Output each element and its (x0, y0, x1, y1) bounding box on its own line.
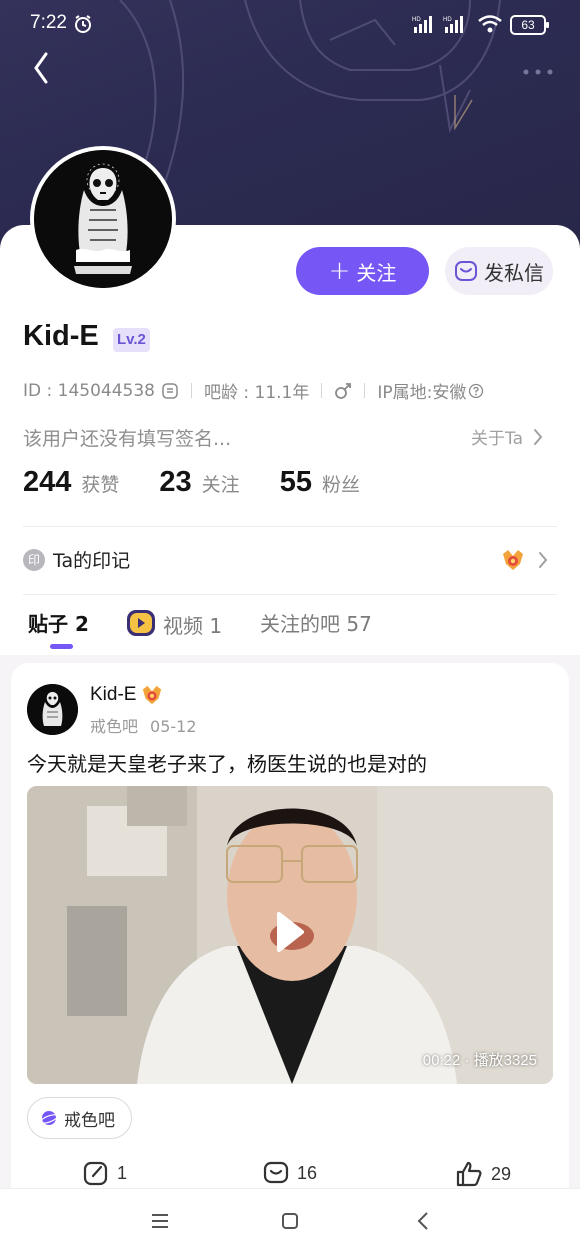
alarm-icon (73, 14, 93, 38)
wifi-icon (477, 14, 503, 38)
more-button[interactable] (520, 62, 560, 75)
separator (364, 383, 366, 398)
stat-followers[interactable]: 55 粉丝 (280, 466, 360, 499)
stat-value: 23 (159, 466, 192, 498)
chevron-right-icon (539, 552, 548, 568)
content-tabs: 贴子 2 视频 1 关注的吧 57 (0, 600, 580, 654)
medal-icon (503, 550, 523, 570)
profile-avatar[interactable] (30, 146, 176, 292)
status-time: 7:22 (30, 12, 67, 33)
thumbs-up-icon (456, 1161, 482, 1187)
forum-tag-label: 戒色吧 (64, 1110, 115, 1131)
system-nav-bar (0, 1188, 580, 1257)
hd-label: HD (443, 17, 452, 23)
post-meta: 戒色吧 05-12 (90, 713, 197, 737)
stat-likes[interactable]: 244 获赞 (23, 466, 119, 499)
home-button[interactable] (280, 1211, 300, 1235)
hd-label: HD (412, 17, 421, 23)
imprint-row[interactable]: 印 Ta的印记 (23, 546, 130, 573)
imprint-label: Ta的印记 (53, 550, 131, 572)
back-button[interactable] (28, 50, 56, 86)
battery-indicator: 63 (510, 15, 549, 35)
tab-label: 关注的吧 57 (260, 612, 372, 636)
post-video[interactable]: 00:22 · 播放3325 (27, 786, 553, 1084)
tab-posts[interactable]: 贴子 2 (28, 608, 89, 637)
follow-button[interactable]: + 关注 (296, 247, 429, 295)
menu-icon (152, 1214, 168, 1228)
post-forum: 戒色吧 (90, 717, 139, 736)
username: Kid-E (23, 320, 99, 352)
about-label: 关于Ta (471, 429, 523, 449)
message-label: 发私信 (484, 260, 544, 285)
square-icon (282, 1213, 298, 1229)
profile-stats: 244 获赞 23 关注 55 粉丝 (23, 466, 400, 499)
tab-videos[interactable]: 视频 1 (125, 608, 222, 640)
cell-signal-icon: HD (443, 14, 469, 38)
chevron-left-icon (417, 1212, 428, 1230)
ip-location: IP属地:安徽 (377, 383, 467, 403)
divider (23, 594, 557, 595)
reaction-count: 16 (297, 1162, 318, 1183)
message-button[interactable]: 发私信 (445, 247, 553, 295)
separator (321, 383, 323, 398)
follow-label: 关注 (356, 260, 397, 285)
plus-icon: + (328, 256, 351, 286)
more-dots-icon (523, 69, 553, 75)
about-link[interactable]: 关于Ta (471, 424, 543, 449)
stat-following[interactable]: 23 关注 (159, 466, 239, 499)
post-author[interactable]: Kid-E (90, 684, 164, 706)
chat-smile-icon (263, 1161, 289, 1184)
recents-button[interactable] (150, 1211, 170, 1235)
comment-count: 1 (117, 1162, 128, 1183)
skull-illustration (27, 684, 78, 735)
imprint-badge: 印 (23, 548, 45, 571)
skull-illustration (34, 150, 172, 288)
stat-label: 关注 (201, 474, 240, 496)
video-tab-icon (127, 610, 155, 636)
tab-indicator (50, 644, 73, 649)
divider (23, 526, 557, 527)
tab-label: 视频 1 (163, 613, 223, 638)
play-icon[interactable] (275, 910, 305, 954)
post-author-name: Kid-E (90, 684, 137, 705)
profile-meta: ID : 145044538 吧龄 : 11.1年 IP属地:安徽 (23, 378, 484, 403)
forum-planet-icon (40, 1111, 58, 1125)
tab-label: 贴子 2 (28, 612, 89, 636)
like-button[interactable]: 29 (455, 1160, 511, 1188)
status-bar: 7:22 HD HD 63 (0, 0, 580, 50)
video-duration: 00:22 · 播放3325 (422, 1052, 537, 1069)
edit-icon (83, 1161, 108, 1186)
medal-icon (143, 685, 162, 705)
stat-label: 粉丝 (321, 474, 360, 496)
male-icon (335, 382, 352, 399)
post-author-avatar[interactable] (27, 684, 78, 735)
separator (190, 383, 192, 398)
cell-signal-icon: HD (412, 14, 438, 38)
signature: 该用户还没有填写签名... (23, 428, 232, 450)
forum-tag[interactable]: 戒色吧 (27, 1097, 132, 1139)
reaction-button[interactable]: 16 (263, 1160, 317, 1186)
system-back-button[interactable] (414, 1211, 434, 1235)
chevron-right-icon (534, 428, 543, 445)
stat-label: 获赞 (81, 474, 120, 496)
copy-icon[interactable] (161, 382, 179, 400)
user-id: ID : 145044538 (23, 380, 155, 401)
forum-age: 吧龄 : 11.1年 (203, 383, 310, 403)
help-icon[interactable] (468, 383, 484, 399)
chevron-left-icon (34, 52, 48, 84)
tab-followed-forums[interactable]: 关注的吧 57 (260, 608, 372, 637)
stat-value: 55 (279, 466, 312, 498)
like-count: 29 (491, 1163, 512, 1184)
post-date: 05-12 (150, 717, 197, 736)
stat-value: 244 (23, 466, 72, 498)
post-text[interactable]: 今天就是天皇老子来了，杨医生说的也是对的 (27, 748, 427, 777)
mail-icon (455, 261, 477, 281)
comment-button[interactable]: 1 (83, 1160, 127, 1186)
imprint-link[interactable] (500, 548, 548, 572)
level-badge[interactable]: Lv.2 (113, 328, 150, 352)
